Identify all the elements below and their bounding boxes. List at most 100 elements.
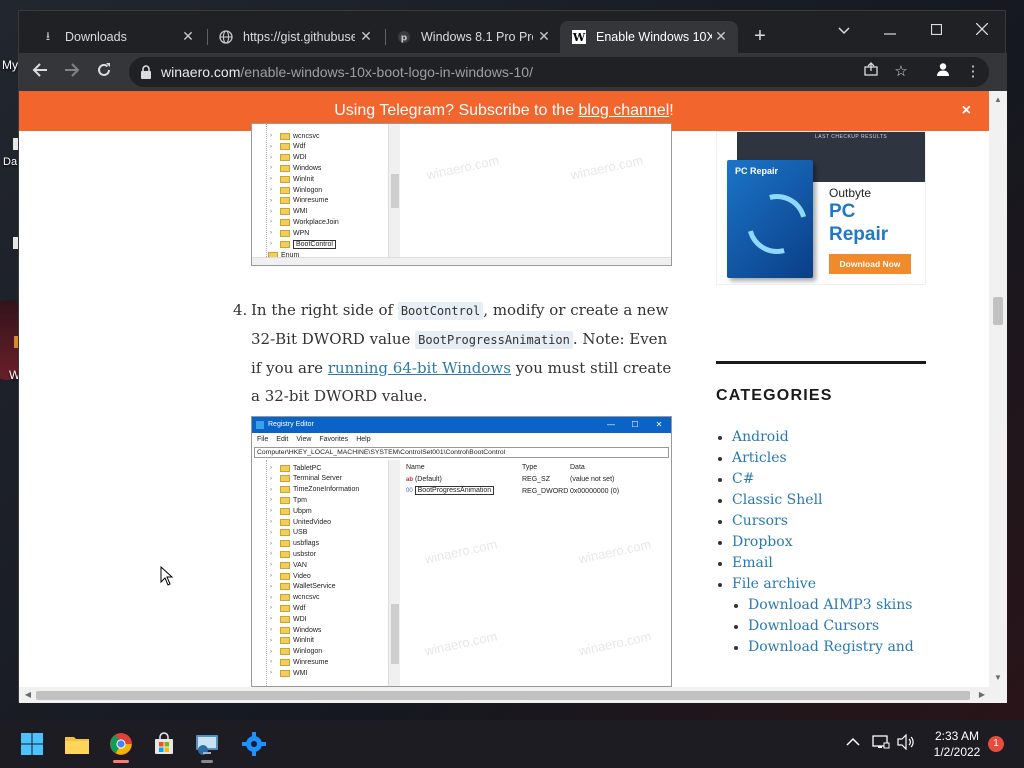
reload-button[interactable] (91, 59, 117, 85)
category-item[interactable]: Dropbox (716, 532, 926, 553)
registry-key: › Wdf (270, 603, 306, 613)
volume-icon[interactable] (897, 733, 915, 754)
sidebar-divider (716, 361, 926, 364)
registry-key-label: Windows (293, 626, 322, 634)
registry-key: › wcncsvc (270, 593, 319, 603)
scroll-down-arrow-icon[interactable]: ▼ (989, 671, 1007, 685)
subcategory-item[interactable]: Download Cursors (716, 616, 926, 637)
category-link[interactable]: Classic Shell (732, 492, 823, 508)
store-icon (155, 732, 173, 754)
category-link[interactable]: Email (732, 555, 773, 571)
subcategory-link[interactable]: Download Registry and (748, 639, 914, 655)
watermark: winaero.com (425, 152, 501, 183)
remote-app-button[interactable] (191, 728, 223, 763)
registry-key: › VAN (270, 560, 307, 570)
registry-key: › Video (270, 571, 311, 581)
banner-close-button[interactable]: × (962, 91, 971, 131)
folder-icon (280, 496, 290, 504)
category-link[interactable]: File archive (732, 576, 816, 592)
scroll-left-arrow-icon[interactable]: ◀ (21, 687, 35, 703)
category-item[interactable]: Email (716, 553, 926, 574)
registry-screenshot-top[interactable]: › wcncsvc › Wdf › WDI › Windows › Winlnit › Winlogo… (251, 123, 672, 266)
tab-downloads[interactable]: ⭳ Downloads ✕ (29, 21, 205, 53)
browser-toolbar: winaero.com/enable-windows-10x-boot-logo… (19, 53, 1007, 91)
vertical-scrollbar[interactable]: ▲ ▼ (989, 91, 1007, 687)
back-button[interactable] (27, 59, 53, 85)
lock-icon[interactable] (139, 64, 153, 80)
blog-channel-link[interactable]: blog channel (579, 102, 670, 119)
network-icon[interactable] (872, 734, 890, 754)
bookmark-star-icon[interactable]: ☆ (891, 62, 911, 82)
store-button[interactable] (148, 728, 180, 760)
values-pane: winaero.com winaero.com (402, 124, 671, 257)
chrome-taskbar-button[interactable] (105, 728, 137, 763)
new-tab-button[interactable]: + (749, 25, 771, 47)
minimize-button[interactable] (867, 15, 913, 45)
folder-icon (280, 604, 290, 612)
category-item[interactable]: Articles (716, 448, 926, 469)
scroll-right-arrow-icon[interactable]: ▶ (975, 687, 989, 703)
file-explorer-button[interactable] (61, 728, 93, 760)
show-hidden-icons-button[interactable] (846, 734, 860, 751)
horizontal-scrollbar[interactable]: ◀ ▶ (19, 687, 1007, 703)
close-window-button[interactable] (959, 15, 1005, 45)
category-link[interactable]: Android (732, 429, 789, 445)
registry-key-label: usbstor (293, 550, 316, 558)
maximize-button[interactable] (913, 15, 959, 45)
ad-screen-text: LAST CHECKUP RESULTS (815, 134, 888, 140)
ad-download-button[interactable]: Download Now (829, 254, 911, 274)
desktop-icon-label[interactable]: My (2, 58, 18, 72)
category-link[interactable]: Articles (732, 450, 787, 466)
notification-badge[interactable]: 1 (988, 736, 1004, 752)
subcategory-link[interactable]: Download Cursors (748, 618, 879, 634)
category-item[interactable]: File archive (716, 574, 926, 595)
watermark: winaero.com (423, 536, 499, 567)
menu-kebab-icon[interactable]: ⋮ (963, 62, 983, 82)
category-link[interactable]: Cursors (732, 513, 788, 529)
address-bar[interactable]: winaero.com/enable-windows-10x-boot-logo… (129, 57, 989, 87)
category-item[interactable]: C# (716, 469, 926, 490)
registry-key-label: WDI (293, 154, 307, 162)
folder-icon (280, 507, 290, 515)
registry-key: › Tpm (270, 495, 307, 505)
chevron-right-icon: › (270, 465, 272, 471)
registry-editor-screenshot[interactable]: Registry Editor — ☐ ✕ File Edit View Fav… (251, 416, 672, 687)
tab-gist[interactable]: https://gist.githubuse ✕ (207, 21, 383, 53)
subcategory-link[interactable]: Download AIMP3 skins (748, 597, 912, 613)
subcategory-item[interactable]: Download AIMP3 skins (716, 595, 926, 616)
close-tab-icon[interactable]: ✕ (359, 29, 373, 43)
forward-button[interactable] (59, 59, 85, 85)
tab-winaero[interactable]: W Enable Windows 10X ✕ (560, 21, 738, 53)
dev-app-button[interactable] (238, 728, 270, 760)
share-icon[interactable] (861, 62, 881, 82)
close-tab-icon[interactable]: ✕ (537, 29, 551, 43)
desktop-icon-label[interactable]: Da (3, 156, 17, 168)
start-button[interactable] (16, 728, 48, 760)
category-item[interactable]: Cursors (716, 511, 926, 532)
horizontal-scroll-thumb[interactable] (36, 691, 970, 700)
vertical-scroll-thumb[interactable] (993, 297, 1003, 325)
subcategory-item[interactable]: Download Registry and (716, 637, 926, 658)
url-text[interactable]: winaero.com/enable-windows-10x-boot-logo… (161, 64, 533, 80)
ad-product-name: PC Repair (829, 201, 889, 245)
running-64bit-link[interactable]: running 64-bit Windows (328, 359, 511, 377)
close-tab-icon[interactable]: ✕ (181, 29, 195, 43)
profile-icon[interactable] (933, 62, 953, 82)
close-tab-icon[interactable]: ✕ (714, 29, 728, 43)
category-item[interactable]: Android (716, 427, 926, 448)
scroll-up-arrow-icon[interactable]: ▲ (989, 93, 1007, 107)
outbyte-ad[interactable]: LAST CHECKUP RESULTS PC Repair Outbyte P… (716, 131, 926, 285)
category-link[interactable]: Dropbox (732, 534, 793, 550)
registry-menu: File Edit View Favorites Help (252, 433, 671, 447)
tab-pinterest[interactable]: p Windows 8.1 Pro Pro ✕ (385, 21, 561, 53)
binary-value-icon: 00 (406, 488, 413, 494)
chevron-right-icon: › (270, 475, 272, 482)
registry-key-label: VAN (293, 561, 307, 569)
ad-box-title: PC Repair (735, 166, 779, 176)
registry-key-label: Wdf (293, 604, 306, 612)
registry-key-label: Windows (293, 164, 322, 172)
clock[interactable]: 2:33 AM 1/2/2022 (922, 728, 992, 760)
category-link[interactable]: C# (732, 471, 754, 487)
category-item[interactable]: Classic Shell (716, 490, 926, 511)
tab-search-button[interactable] (821, 15, 867, 45)
